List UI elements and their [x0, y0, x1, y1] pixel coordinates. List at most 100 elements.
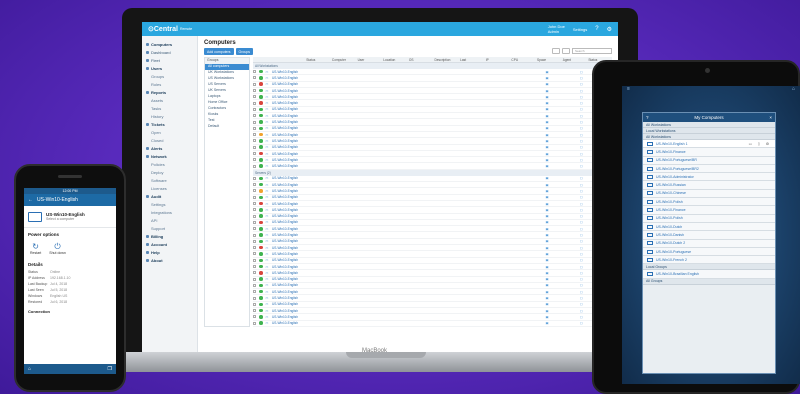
column-header[interactable]: Location: [381, 58, 407, 62]
file-icon[interactable]: ▯: [758, 142, 760, 146]
computer-name[interactable]: US-Win10-English: [270, 220, 304, 224]
menu-icon[interactable]: ≡: [627, 86, 630, 94]
action-icon[interactable]: ▣: [544, 246, 578, 250]
computer-name[interactable]: US-Win10-English: [270, 145, 304, 149]
computer-name[interactable]: US-Win10-English: [270, 183, 304, 187]
close-icon[interactable]: ×: [769, 115, 772, 120]
back-icon[interactable]: ←: [28, 197, 33, 203]
tablet-computer-item[interactable]: US-Win10-Dutch: [643, 222, 775, 232]
computer-name[interactable]: US-Win10-English: [270, 176, 304, 180]
action-icon[interactable]: ▣: [544, 202, 578, 206]
search-input[interactable]: Search: [572, 48, 612, 54]
computer-name[interactable]: US-Win10-English: [270, 208, 304, 212]
tablet-computer-item[interactable]: US-Win10-Brazilian English: [643, 270, 775, 279]
sidebar-item[interactable]: Closed: [142, 136, 197, 144]
tablet-computer-item[interactable]: US-Win10-Finance: [643, 148, 775, 157]
gear-icon[interactable]: ⚙: [607, 26, 612, 33]
tablet-computer-item[interactable]: US-Win10-English 1 ▭ ▯ ⚙: [643, 140, 775, 149]
groups-button[interactable]: Groups: [235, 48, 254, 55]
computer-name[interactable]: US-Win10-English: [270, 214, 304, 218]
computer-name[interactable]: US-Win10-English: [270, 89, 304, 93]
remote-icon[interactable]: ▭: [749, 142, 752, 146]
sidebar-item[interactable]: Integrations: [142, 208, 197, 216]
computer-name[interactable]: US-Win10-English: [270, 315, 304, 319]
column-header[interactable]: Last: [458, 58, 484, 62]
tablet-computer-item[interactable]: US-Win10-Chinese: [643, 189, 775, 199]
action-icon[interactable]: ▣: [544, 195, 578, 199]
column-header[interactable]: User: [356, 58, 382, 62]
sidebar-item[interactable]: Support: [142, 224, 197, 232]
action-icon[interactable]: ▣: [544, 296, 578, 300]
computer-name[interactable]: US-Win10-English: [270, 107, 304, 111]
sidebar-item[interactable]: About: [142, 256, 197, 264]
action-icon[interactable]: ▣: [544, 76, 578, 80]
sidebar-item[interactable]: Licenses: [142, 184, 197, 192]
action-icon[interactable]: ▣: [544, 302, 578, 306]
computer-name[interactable]: US-Win10-English: [270, 76, 304, 80]
sidebar-item[interactable]: Users: [142, 64, 197, 72]
computer-name[interactable]: US-Win10-English: [270, 283, 304, 287]
tablet-computer-item[interactable]: US-Win10-Portuguese: [643, 247, 775, 257]
tablet-computer-item[interactable]: US-Win10-Portuguese/BR: [643, 156, 775, 165]
tablet-computer-item[interactable]: US-Win10-Danish: [643, 231, 775, 240]
action-icon[interactable]: ▣: [544, 70, 578, 74]
action-icon[interactable]: ▣: [544, 227, 578, 231]
action-icon[interactable]: ▣: [544, 309, 578, 313]
power-action-button[interactable]: ⏻ Shut down: [49, 242, 66, 255]
sidebar-item[interactable]: Account: [142, 240, 197, 248]
sidebar-item[interactable]: Deploy: [142, 168, 197, 176]
computer-name[interactable]: US-Win10-English: [270, 164, 304, 168]
action-icon[interactable]: ▣: [544, 315, 578, 319]
column-header[interactable]: Computer: [330, 58, 356, 62]
sidebar-item[interactable]: Open: [142, 128, 197, 136]
sidebar-item[interactable]: Assets: [142, 96, 197, 104]
action-icon[interactable]: ▣: [544, 114, 578, 118]
column-header[interactable]: Description: [432, 58, 458, 62]
column-header[interactable]: IP: [484, 58, 510, 62]
windows-icon[interactable]: ❐: [108, 366, 112, 372]
action-icon[interactable]: ▣: [544, 145, 578, 149]
computer-name[interactable]: US-Win10-English: [270, 233, 304, 237]
action-icon[interactable]: ▣: [544, 252, 578, 256]
sidebar-item[interactable]: Audit: [142, 192, 197, 200]
sidebar-item[interactable]: Billing: [142, 232, 197, 240]
computer-name[interactable]: US-Win10-English: [270, 126, 304, 130]
computer-name[interactable]: US-Win10-English: [270, 290, 304, 294]
computer-name[interactable]: US-Win10-English: [270, 227, 304, 231]
action-icon[interactable]: ▣: [544, 82, 578, 86]
action-icon[interactable]: ▣: [544, 89, 578, 93]
sidebar-item[interactable]: Settings: [142, 200, 197, 208]
action-icon[interactable]: ▣: [544, 277, 578, 281]
action-icon[interactable]: ▣: [544, 126, 578, 130]
computer-name[interactable]: US-Win10-English: [270, 139, 304, 143]
computer-name[interactable]: US-Win10-English: [270, 302, 304, 306]
column-header[interactable]: Status: [304, 58, 330, 62]
sidebar-item[interactable]: Policies: [142, 160, 197, 168]
action-icon[interactable]: ▣: [544, 164, 578, 168]
action-icon[interactable]: ▣: [544, 208, 578, 212]
add-computers-button[interactable]: Add computers: [204, 48, 234, 55]
tablet-computer-item[interactable]: US-Win10-Polish: [643, 214, 775, 223]
sidebar-item[interactable]: Reports: [142, 88, 197, 96]
action-icon[interactable]: ▣: [544, 176, 578, 180]
action-icon[interactable]: ▣: [544, 239, 578, 243]
computer-name[interactable]: US-Win10-English: [270, 133, 304, 137]
settings-menu[interactable]: Settings: [573, 27, 587, 32]
user-menu[interactable]: John Doe Admin: [548, 24, 565, 34]
computer-name[interactable]: US-Win10-English: [270, 309, 304, 313]
sidebar-item[interactable]: Tasks: [142, 104, 197, 112]
tablet-computer-item[interactable]: US-Win10-French 2: [643, 256, 775, 265]
computer-name[interactable]: US-Win10-English: [270, 101, 304, 105]
gear-icon[interactable]: ⚙: [766, 142, 769, 146]
action-icon[interactable]: ▣: [544, 271, 578, 275]
sidebar-item[interactable]: Dashboard: [142, 48, 197, 56]
sidebar-item[interactable]: Groups: [142, 72, 197, 80]
tablet-group-header[interactable]: All Groups: [643, 278, 775, 285]
computer-name[interactable]: US-Win10-English: [270, 321, 304, 325]
action-icon[interactable]: ▣: [544, 189, 578, 193]
computer-name[interactable]: US-Win10-English: [270, 82, 304, 86]
action-icon[interactable]: ▣: [544, 133, 578, 137]
action-icon[interactable]: ▣: [544, 220, 578, 224]
sidebar-item[interactable]: Software: [142, 176, 197, 184]
computer-name[interactable]: US-Win10-English: [270, 158, 304, 162]
